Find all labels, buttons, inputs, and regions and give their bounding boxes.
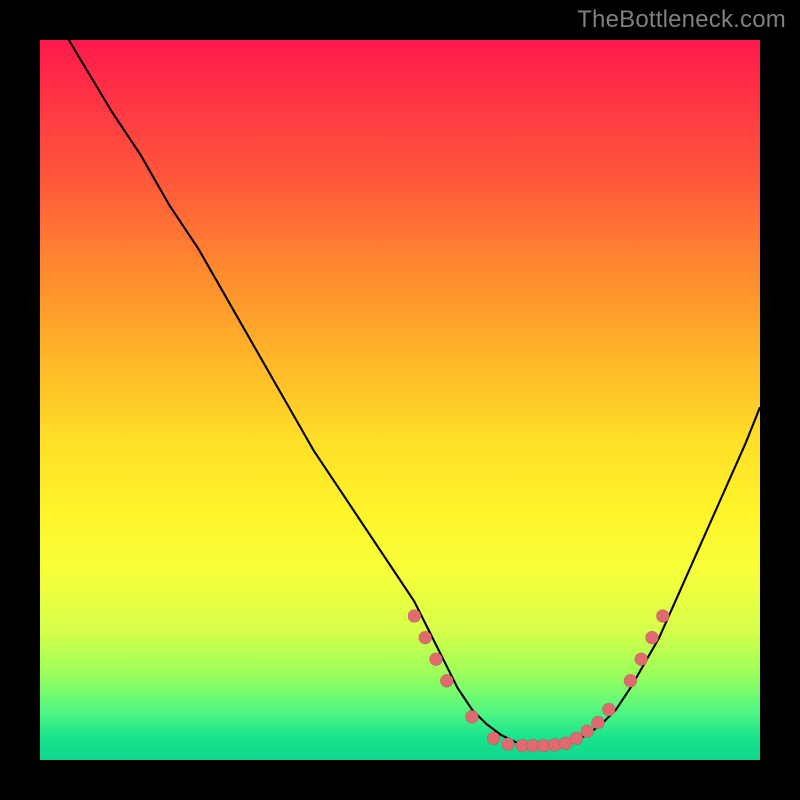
highlight-dot — [602, 703, 615, 716]
watermark-text: TheBottleneck.com — [577, 6, 786, 34]
highlight-dot — [487, 732, 500, 745]
highlight-dots — [408, 610, 669, 753]
highlight-dot — [624, 674, 637, 687]
plot-area — [40, 40, 760, 760]
chart-frame: TheBottleneck.com — [0, 0, 800, 800]
highlight-dot — [430, 653, 443, 666]
highlight-dot — [419, 631, 432, 644]
highlight-dot — [581, 725, 594, 738]
highlight-dot — [635, 653, 648, 666]
highlight-dot — [502, 738, 515, 751]
plot-svg — [40, 40, 760, 760]
highlight-dot — [466, 710, 479, 723]
highlight-dot — [592, 716, 605, 729]
highlight-dot — [646, 631, 659, 644]
highlight-dot — [440, 674, 453, 687]
highlight-dot — [656, 610, 669, 623]
highlight-dot — [408, 610, 421, 623]
